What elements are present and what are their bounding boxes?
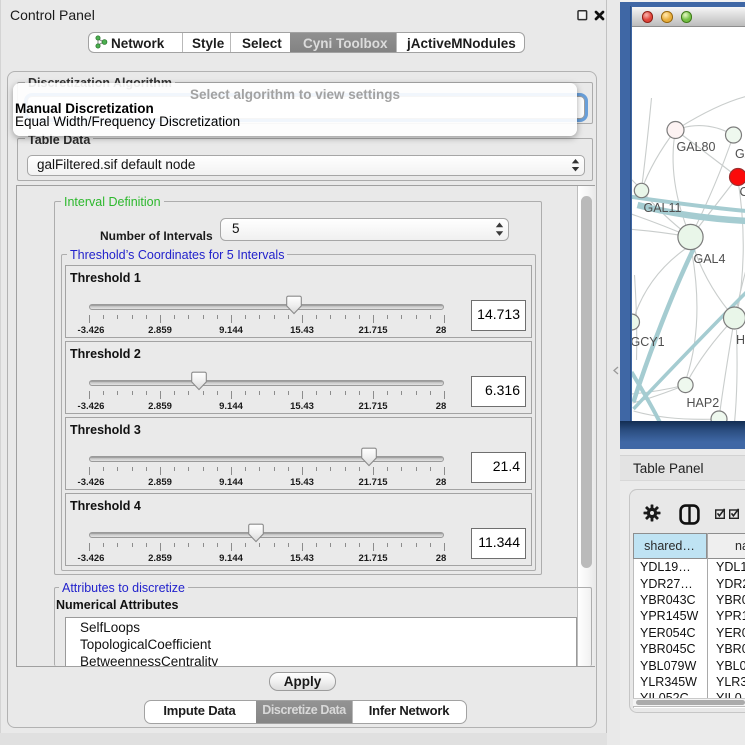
svg-text:GCY1: GCY1 [632,335,665,349]
svg-text:GAL4: GAL4 [693,252,725,266]
svg-text:H: H [736,333,745,347]
svg-text:GA: GA [735,147,745,161]
svg-text:GAL11: GAL11 [643,201,681,215]
svg-text:HAP2: HAP2 [686,396,719,410]
svg-text:GAL80: GAL80 [676,140,715,154]
svg-text:C: C [739,185,745,199]
